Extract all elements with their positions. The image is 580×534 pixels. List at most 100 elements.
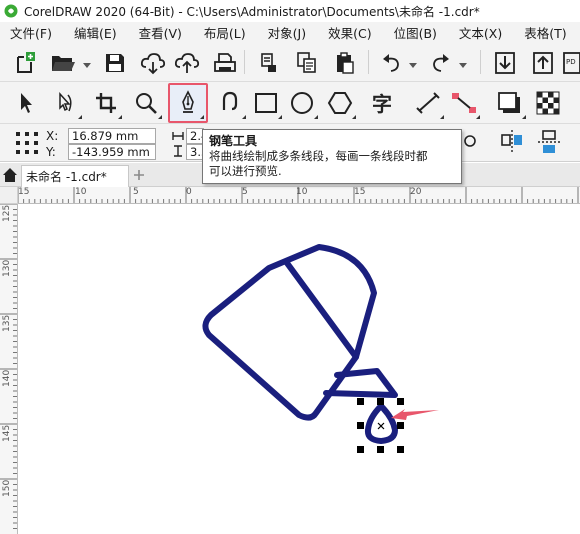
pen-tool[interactable] <box>168 83 208 123</box>
vertical-ruler[interactable]: 125 130 135 140 145 150 <box>0 204 18 534</box>
cloud-download-button[interactable] <box>138 48 168 78</box>
copy-icon <box>297 52 316 73</box>
ruler-v-label: 145 <box>2 424 12 442</box>
copy-button[interactable] <box>292 48 322 78</box>
polygon-icon <box>327 92 353 114</box>
paste-icon <box>337 52 354 74</box>
export-button[interactable] <box>528 48 558 78</box>
menu-text[interactable]: 文本(X) <box>459 23 502 42</box>
ruler-v-label: 135 <box>2 314 12 332</box>
chevron-down-icon <box>409 62 417 68</box>
undo-icon <box>383 54 399 72</box>
menu-object[interactable]: 对象(J) <box>268 23 306 42</box>
title-bar: CorelDRAW 2020 (64-Bit) - C:\Users\Admin… <box>0 0 580 22</box>
ruler-v-label: 150 <box>2 479 12 497</box>
y-position-field[interactable]: -143.959 mm <box>68 144 156 160</box>
cut-icon <box>261 53 276 72</box>
tooltip-description: 将曲线绘制成多条线段，每画一条线段时都 <box>209 149 428 163</box>
ruler-origin[interactable] <box>0 187 18 204</box>
open-dropdown[interactable] <box>82 60 92 70</box>
toolbar-separator <box>244 50 245 74</box>
toolbox: 字 <box>0 82 580 124</box>
position-grid-icon <box>16 132 38 154</box>
shape-edit-icon <box>59 92 72 112</box>
zoom-tool[interactable] <box>128 85 164 121</box>
height-icon <box>174 145 182 157</box>
undo-button[interactable] <box>376 48 406 78</box>
cup-divider-line[interactable] <box>284 260 359 360</box>
tooltip-description-cont: 可以进行预览. <box>209 164 282 178</box>
ruler-h-label: 20 <box>410 187 422 197</box>
publish-pdf-button[interactable]: PD <box>562 48 580 78</box>
center-marker <box>377 422 385 430</box>
menu-view[interactable]: 查看(V) <box>139 23 182 42</box>
ellipse-tool[interactable] <box>284 85 320 121</box>
ruler-h-label: 5 <box>133 187 139 197</box>
dimension-tool[interactable] <box>410 85 446 121</box>
shape-tool[interactable] <box>48 85 84 121</box>
toolbar-separator <box>368 50 369 74</box>
pick-tool[interactable] <box>8 85 44 121</box>
artistic-media-tool[interactable] <box>212 85 248 121</box>
menu-layout[interactable]: 布局(L) <box>204 23 246 42</box>
polygon-tool[interactable] <box>322 85 358 121</box>
save-button[interactable] <box>100 48 130 78</box>
tooltip-title: 钢笔工具 <box>209 134 258 148</box>
paste-button[interactable] <box>330 48 360 78</box>
transparency-checker-icon <box>536 91 560 115</box>
drop-shadow-tool[interactable] <box>492 85 528 121</box>
text-char-icon: 字 <box>372 92 392 116</box>
ruler-h-label: 5 <box>242 187 248 197</box>
menu-table[interactable]: 表格(T) <box>524 23 566 42</box>
menu-effects[interactable]: 效果(C) <box>328 23 371 42</box>
redo-button[interactable] <box>426 48 456 78</box>
horizontal-ruler[interactable]: 15 10 5 0 5 10 15 20 <box>18 187 580 204</box>
transparency-tool[interactable] <box>530 85 566 121</box>
tool-flyout-marker <box>440 115 444 119</box>
save-icon <box>106 54 124 72</box>
menu-bitmaps[interactable]: 位图(B) <box>394 23 437 42</box>
open-button[interactable] <box>48 48 78 78</box>
y-label: Y: <box>46 145 56 159</box>
cloud-upload-button[interactable] <box>172 48 202 78</box>
x-position-field[interactable]: 16.879 mm <box>68 128 156 144</box>
mirror-horizontal-button[interactable] <box>497 127 527 157</box>
droplet-shape[interactable] <box>364 403 398 444</box>
ruler-h-label: 10 <box>75 187 87 197</box>
cut-button[interactable] <box>254 48 284 78</box>
ellipse-icon <box>291 92 313 114</box>
print-icon <box>214 53 236 72</box>
print-button[interactable] <box>210 48 240 78</box>
open-folder-icon <box>52 56 75 71</box>
ruler-h-label: 0 <box>186 187 192 197</box>
tool-flyout-marker <box>522 115 526 119</box>
plus-icon <box>134 170 144 180</box>
crop-tool[interactable] <box>88 85 124 121</box>
redo-dropdown[interactable] <box>458 60 468 70</box>
publish-pdf-icon: PD <box>563 52 580 74</box>
chevron-down-icon <box>459 62 467 68</box>
undo-dropdown[interactable] <box>408 60 418 70</box>
ruler-v-label: 130 <box>2 259 12 277</box>
document-tab[interactable]: 未命名 -1.cdr* <box>21 165 129 187</box>
connector-tool[interactable] <box>446 85 482 121</box>
tool-flyout-marker <box>314 115 318 119</box>
export-icon <box>533 52 553 74</box>
new-tab-button[interactable] <box>131 166 147 184</box>
menu-file[interactable]: 文件(F) <box>10 23 52 42</box>
window-title: CorelDRAW 2020 (64-Bit) - C:\Users\Admin… <box>24 4 480 19</box>
ruler-h-label: 15 <box>354 187 366 197</box>
menu-edit[interactable]: 编辑(E) <box>74 23 117 42</box>
new-document-button[interactable] <box>10 48 40 78</box>
new-document-icon <box>17 52 35 73</box>
rectangle-tool[interactable] <box>248 85 284 121</box>
home-icon[interactable] <box>2 167 18 183</box>
import-button[interactable] <box>490 48 520 78</box>
ellipse-option-icon <box>464 135 476 147</box>
text-tool[interactable]: 字 <box>366 85 402 121</box>
drawing-canvas[interactable] <box>19 205 580 534</box>
magnifier-icon <box>136 93 157 114</box>
annotation-arrow <box>391 409 439 420</box>
menu-bar: 文件(F) 编辑(E) 查看(V) 布局(L) 对象(J) 效果(C) 位图(B… <box>0 22 580 42</box>
mirror-vertical-button[interactable] <box>535 127 565 157</box>
